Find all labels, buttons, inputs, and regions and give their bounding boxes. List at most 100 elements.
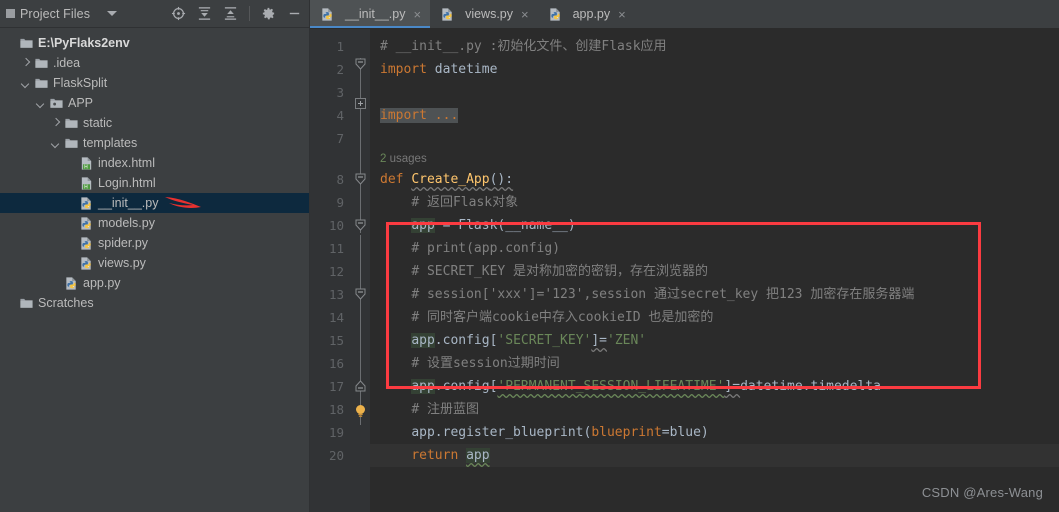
- fold-collapse-icon[interactable]: [355, 288, 366, 300]
- gutter-inlay-spacer: [310, 150, 352, 168]
- python-file-icon: [442, 7, 452, 21]
- folder-icon: [35, 78, 48, 88]
- line-number: 12: [328, 264, 344, 279]
- chevron-right-icon[interactable]: [51, 118, 62, 129]
- code-line-19: app.register_blueprint(blueprint=blue): [370, 421, 1059, 444]
- python-file-icon: [81, 236, 91, 250]
- watermark-text: CSDN @Ares-Wang: [921, 485, 1043, 500]
- code-line-4: import ...: [370, 104, 1059, 127]
- project-panel-title-group[interactable]: Project Files: [6, 6, 118, 21]
- tree-item-label: E:\PyFlaks2env: [38, 35, 130, 50]
- folder-icon: [20, 298, 33, 308]
- editor-tab-init-py[interactable]: __init__.py ×: [310, 0, 431, 28]
- minimize-icon[interactable]: [287, 6, 302, 21]
- html-file-icon: H: [81, 156, 92, 170]
- code-comment: # 同时客户端cookie中存入cookieID 也是加密的: [411, 310, 714, 325]
- tree-item-spider-py[interactable]: spider.py: [0, 233, 310, 253]
- code-line-8: def Create_App():: [370, 168, 1059, 191]
- tree-item-app[interactable]: APP: [0, 93, 310, 113]
- fold-guide-line: [360, 58, 361, 233]
- inlay-usages-hint[interactable]: 2 usages: [370, 150, 1059, 168]
- intention-bulb-icon[interactable]: [354, 404, 367, 418]
- line-number: 8: [336, 172, 344, 187]
- code-line-10: app = Flask(__name__): [370, 214, 1059, 237]
- editor-tab-views-py[interactable]: views.py ×: [430, 0, 538, 28]
- project-panel-title: Project Files: [20, 6, 91, 21]
- tree-item-scratches[interactable]: Scratches: [0, 293, 310, 313]
- project-file-tree[interactable]: E:\PyFlaks2env .idea FlaskSplit APP static te…: [0, 28, 310, 512]
- usages-count: 2: [380, 153, 387, 165]
- code-line-11: # print(app.config): [370, 237, 1059, 260]
- code-content[interactable]: # __init__.py :初始化文件、创建Flask应用 import da…: [370, 29, 1059, 512]
- fold-collapse-icon[interactable]: [355, 58, 366, 70]
- tree-item-models-py[interactable]: models.py: [0, 213, 310, 233]
- collapse-all-icon[interactable]: [223, 6, 238, 21]
- code-string-key: 'SECRET_KEY': [497, 333, 592, 348]
- fold-collapse-icon[interactable]: [355, 173, 366, 185]
- tree-item-app-py[interactable]: app.py: [0, 273, 310, 293]
- line-number: 15: [328, 333, 344, 348]
- tree-item-login-html[interactable]: H Login.html: [0, 173, 310, 193]
- line-number-gutter: 1 2 3 4 7 8 9 10 11 12 13 14 15 16 17 18 19 20: [310, 29, 352, 512]
- tree-item-views-py[interactable]: views.py: [0, 253, 310, 273]
- code-line-9: # 返回Flask对象: [370, 191, 1059, 214]
- line-number: 14: [328, 310, 344, 325]
- code-keyword: def: [380, 172, 404, 187]
- code-line-20: return app: [370, 444, 1059, 467]
- python-file-icon: [81, 196, 91, 210]
- tree-item-label: .idea: [53, 55, 81, 70]
- code-line-16: # 设置session过期时间: [370, 352, 1059, 375]
- fold-gutter[interactable]: [352, 29, 370, 512]
- tree-item-flasksplit[interactable]: FlaskSplit: [0, 73, 310, 93]
- gear-icon[interactable]: [261, 6, 276, 21]
- tree-item-e-pyflaks2env[interactable]: E:\PyFlaks2env: [0, 33, 310, 53]
- editor-tab-bar[interactable]: __init__.py × views.py × app.py ×: [310, 0, 1059, 29]
- tree-item-label: static: [83, 115, 113, 130]
- code-folded-import[interactable]: import ...: [380, 108, 459, 123]
- code-line-1: # __init__.py :初始化文件、创建Flask应用: [370, 35, 1059, 58]
- code-keyword: import: [380, 62, 427, 77]
- tree-item-static[interactable]: static: [0, 113, 310, 133]
- code-function-name: Create_App: [411, 172, 490, 187]
- tree-item-idea[interactable]: .idea: [0, 53, 310, 73]
- svg-text:H: H: [84, 164, 88, 170]
- chevron-down-icon[interactable]: [51, 138, 62, 149]
- tree-item-init-py[interactable]: __init__.py: [0, 193, 310, 213]
- editor-tab-app-py[interactable]: app.py ×: [538, 0, 635, 28]
- python-file-icon: [66, 276, 76, 290]
- close-icon[interactable]: ×: [413, 8, 421, 21]
- line-number: 9: [336, 195, 344, 210]
- tree-item-label: __init__.py: [98, 195, 159, 210]
- close-icon[interactable]: ×: [521, 8, 529, 21]
- code-comment: # session['xxx']='123',session 通过secret_…: [411, 287, 915, 302]
- code-keyword: return: [411, 448, 459, 463]
- code-attr: .config[: [434, 333, 498, 348]
- fold-end-icon[interactable]: [355, 380, 366, 392]
- code-line-13: # session['xxx']='123',session 通过secret_…: [370, 283, 1059, 306]
- fold-collapse-icon[interactable]: [355, 219, 366, 231]
- editor-area: __init__.py × views.py × app.py × 1 2 3 4 7 8 9 10 11…: [310, 0, 1059, 512]
- code-module: datetime: [434, 62, 498, 77]
- chevron-down-icon[interactable]: [21, 78, 32, 89]
- tree-item-index-html[interactable]: Hindex.html: [0, 153, 310, 173]
- locate-icon[interactable]: [171, 6, 186, 21]
- fold-expand-icon[interactable]: [355, 98, 366, 109]
- chevron-down-icon[interactable]: [107, 11, 118, 16]
- close-icon[interactable]: ×: [618, 8, 626, 21]
- chevron-down-icon[interactable]: [36, 98, 47, 109]
- code-variable: app: [411, 333, 435, 348]
- code-call: app.register_blueprint(: [411, 425, 592, 440]
- line-number: 19: [328, 425, 344, 440]
- expand-all-icon[interactable]: [197, 6, 212, 21]
- tree-item-templates[interactable]: templates: [0, 133, 310, 153]
- code-op: ]=: [724, 379, 741, 394]
- code-op: =: [434, 218, 459, 233]
- chevron-right-icon[interactable]: [21, 58, 32, 69]
